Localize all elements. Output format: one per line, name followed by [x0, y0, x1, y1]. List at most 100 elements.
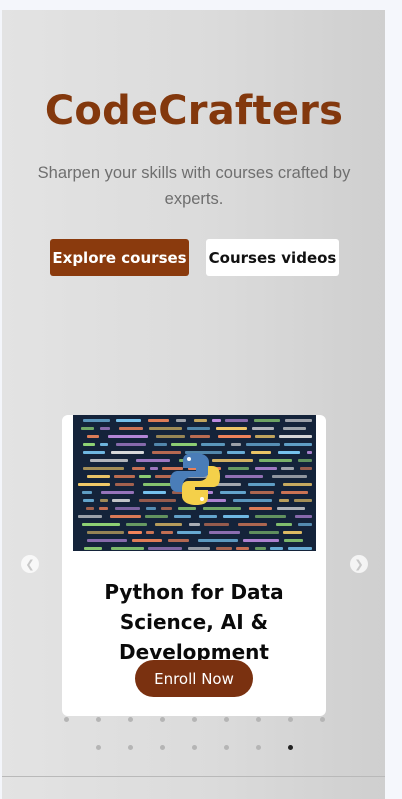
code-token: [83, 419, 110, 422]
code-token: [198, 539, 238, 542]
carousel-dot[interactable]: [288, 745, 293, 750]
code-token: [82, 491, 92, 494]
carousel-dot[interactable]: [256, 745, 261, 750]
code-token: [87, 435, 99, 438]
code-token: [255, 467, 277, 470]
code-token: [248, 483, 275, 486]
code-token: [101, 491, 134, 494]
code-token: [255, 547, 266, 550]
code-token: [174, 515, 191, 518]
courses-videos-button[interactable]: Courses videos: [206, 239, 339, 276]
code-token: [83, 443, 95, 446]
code-token: [149, 427, 182, 430]
code-token: [254, 419, 280, 422]
code-token: [148, 419, 169, 422]
code-token: [281, 467, 294, 470]
code-token: [111, 451, 144, 454]
code-token: [143, 483, 172, 486]
code-token: [295, 515, 312, 518]
code-token: [112, 499, 130, 502]
code-token: [218, 435, 251, 438]
code-token: [136, 459, 170, 462]
carousel-dot[interactable]: [160, 717, 165, 722]
code-token: [285, 419, 312, 422]
code-token: [87, 475, 110, 478]
code-token: [278, 451, 300, 454]
code-token: [87, 539, 127, 542]
code-token: [188, 547, 210, 550]
course-card[interactable]: Python for Data Science, AI & Developmen…: [62, 415, 326, 716]
code-token: [236, 547, 249, 550]
code-token: [143, 491, 166, 494]
code-token: [86, 507, 94, 510]
code-token: [281, 491, 308, 494]
code-token: [114, 475, 135, 478]
code-token: [187, 427, 210, 430]
code-token: [223, 515, 249, 518]
code-token: [246, 443, 280, 446]
chevron-right-icon[interactable]: ❯: [350, 555, 368, 573]
code-token: [279, 435, 312, 438]
code-token: [307, 451, 312, 454]
code-token: [100, 443, 108, 446]
code-token: [249, 531, 279, 534]
code-token: [146, 507, 156, 510]
carousel-dot[interactable]: [192, 745, 197, 750]
code-token: [148, 547, 182, 550]
code-token: [139, 475, 151, 478]
carousel-dot[interactable]: [96, 745, 101, 750]
code-token: [83, 451, 105, 454]
code-token: [212, 419, 221, 422]
code-token: [201, 443, 225, 446]
code-token: [209, 531, 240, 534]
code-token: [233, 499, 272, 502]
code-token: [252, 427, 274, 430]
carousel-dot[interactable]: [288, 717, 293, 722]
code-token: [190, 435, 210, 438]
carousel-dot[interactable]: [128, 745, 133, 750]
carousel-dot[interactable]: [96, 717, 101, 722]
code-token: [255, 515, 286, 518]
code-token: [150, 467, 158, 470]
carousel-dot[interactable]: [224, 745, 229, 750]
code-token: [227, 451, 245, 454]
code-token: [154, 443, 167, 446]
chevron-left-icon[interactable]: ❮: [21, 555, 39, 573]
carousel-dot[interactable]: [256, 717, 261, 722]
code-token: [288, 547, 312, 550]
carousel-dot[interactable]: [320, 717, 325, 722]
carousel-dot[interactable]: [224, 717, 229, 722]
code-token: [168, 539, 189, 542]
code-token: [161, 507, 172, 510]
code-token: [110, 515, 141, 518]
code-token: [100, 499, 108, 502]
code-token: [145, 515, 168, 518]
code-token: [255, 435, 275, 438]
code-token: [272, 475, 307, 478]
carousel-dot[interactable]: [160, 745, 165, 750]
explore-courses-button[interactable]: Explore courses: [50, 239, 189, 276]
code-token: [283, 531, 302, 534]
code-token: [199, 515, 217, 518]
code-token: [126, 523, 147, 526]
code-token: [78, 483, 110, 486]
code-token: [161, 531, 173, 534]
carousel-dot[interactable]: [64, 717, 69, 722]
code-token: [115, 483, 134, 486]
brand-title: CodeCrafters: [44, 88, 344, 134]
code-token: [284, 443, 312, 446]
code-token: [128, 531, 142, 534]
code-token: [189, 523, 200, 526]
code-token: [216, 547, 232, 550]
code-token: [243, 539, 279, 542]
code-token: [283, 483, 312, 486]
code-token: [228, 467, 249, 470]
course-title: Python for Data Science, AI & Developmen…: [104, 580, 284, 664]
code-token: [84, 547, 102, 550]
carousel-dot[interactable]: [128, 717, 133, 722]
course-image: [73, 415, 316, 551]
code-token: [250, 491, 274, 494]
enroll-now-button[interactable]: Enroll Now: [135, 660, 253, 697]
carousel-dot[interactable]: [192, 717, 197, 722]
code-token: [204, 523, 229, 526]
